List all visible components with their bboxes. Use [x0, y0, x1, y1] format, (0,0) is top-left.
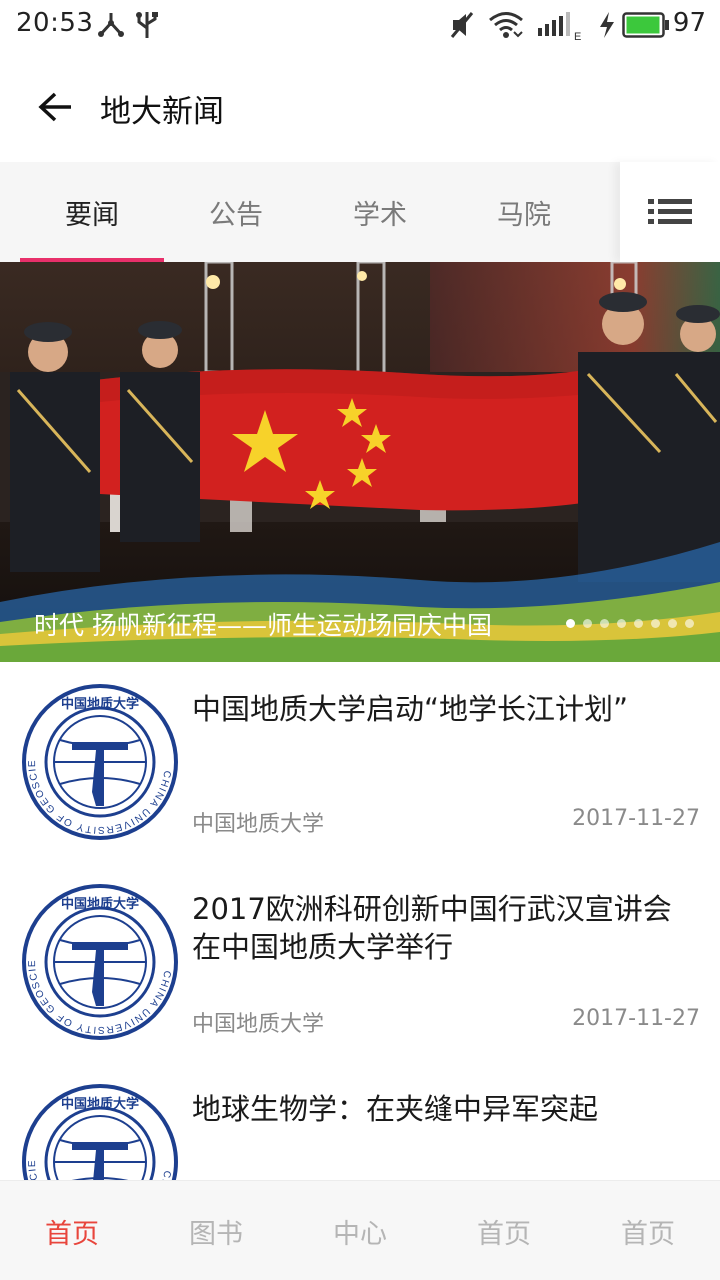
usb-tether-icon: [97, 10, 125, 44]
svg-text:中国地质大学: 中国地质大学: [61, 896, 139, 912]
category-tab-bar: 要闻 公告 学术 马院: [0, 162, 720, 262]
battery-icon: [622, 12, 670, 42]
cug-logo-icon: CHINA UNIVERSITY OF GEOSCIENCES中国地质大学: [16, 674, 180, 842]
arrow-left-icon: [38, 92, 71, 122]
news-date: 2017-11-27: [572, 806, 700, 831]
signal-icon: E: [536, 10, 584, 46]
bottom-navigation: 首页 图书 中心 首页 首页: [0, 1180, 720, 1280]
nav-home[interactable]: 首页: [0, 1181, 144, 1280]
carousel-dot[interactable]: [583, 619, 592, 628]
carousel-dot[interactable]: [566, 619, 575, 628]
news-source: 中国地质大学: [192, 812, 325, 837]
carousel-dot[interactable]: [634, 619, 643, 628]
news-list: CHINA UNIVERSITY OF GEOSCIENCES中国地质大学 中国…: [0, 662, 720, 1180]
banner-caption: 时代 扬帆新征程——师生运动场同庆中国: [34, 611, 492, 640]
carousel-dot[interactable]: [617, 619, 626, 628]
carousel-dot[interactable]: [651, 619, 660, 628]
list-menu-icon: [648, 199, 692, 224]
usb-icon: [134, 10, 160, 44]
svg-text:中国地质大学: 中国地质大学: [61, 696, 139, 712]
news-title: 地球生物学：在夹缝中异军突起: [192, 1092, 599, 1126]
news-list-item[interactable]: CHINA UNIVERSITY OF GEOSCIENCES中国地质大学 20…: [0, 862, 720, 1062]
cug-logo-icon: CHINA UNIVERSITY OF GEOSCIENCES中国地质大学: [16, 1074, 180, 1180]
news-thumbnail: CHINA UNIVERSITY OF GEOSCIENCES中国地质大学: [16, 674, 180, 842]
title-bar: 地大新闻: [0, 50, 720, 162]
news-date: 2017-11-27: [572, 1006, 700, 1031]
carousel-dot[interactable]: [685, 619, 694, 628]
news-banner-carousel[interactable]: 时代 扬帆新征程——师生运动场同庆中国: [0, 262, 720, 662]
news-title: 中国地质大学启动“地学长江计划”: [192, 692, 629, 726]
status-time: 20:53: [16, 8, 94, 38]
cug-logo-icon: CHINA UNIVERSITY OF GEOSCIENCES中国地质大学: [16, 874, 180, 1042]
news-thumbnail: CHINA UNIVERSITY OF GEOSCIENCES中国地质大学: [16, 1074, 180, 1180]
nav-home-3[interactable]: 首页: [576, 1181, 720, 1280]
mute-icon: [450, 10, 476, 44]
nav-books[interactable]: 图书: [144, 1181, 288, 1280]
tab-announcements[interactable]: 公告: [164, 162, 308, 262]
tab-academic[interactable]: 学术: [308, 162, 452, 262]
battery-percent: 97: [672, 8, 706, 38]
network-type-label: E: [574, 31, 581, 42]
back-button[interactable]: [30, 82, 80, 132]
page-title: 地大新闻: [100, 94, 224, 130]
nav-home-2[interactable]: 首页: [432, 1181, 576, 1280]
news-thumbnail: CHINA UNIVERSITY OF GEOSCIENCES中国地质大学: [16, 874, 180, 1042]
nav-center[interactable]: 中心: [288, 1181, 432, 1280]
banner-caption-bar: 时代 扬帆新征程——师生运动场同庆中国: [0, 600, 720, 646]
tab-marxism-school[interactable]: 马院: [452, 162, 596, 262]
battery-fill: [626, 16, 660, 34]
news-source: 中国地质大学: [192, 1012, 325, 1037]
news-title: 2017欧洲科研创新中国行武汉宣讲会在中国地质大学举行: [192, 892, 672, 964]
carousel-dot[interactable]: [600, 619, 609, 628]
wifi-icon: [488, 10, 524, 44]
tab-news[interactable]: 要闻: [20, 162, 164, 262]
status-bar: 20:53 E 97: [0, 0, 720, 50]
tab-menu-button[interactable]: [620, 162, 720, 262]
carousel-page-dots: [566, 619, 694, 628]
carousel-dot[interactable]: [668, 619, 677, 628]
svg-text:中国地质大学: 中国地质大学: [61, 1096, 139, 1112]
news-list-item[interactable]: CHINA UNIVERSITY OF GEOSCIENCES中国地质大学 地球…: [0, 1062, 720, 1180]
news-list-item[interactable]: CHINA UNIVERSITY OF GEOSCIENCES中国地质大学 中国…: [0, 662, 720, 862]
charging-icon: [596, 10, 618, 44]
